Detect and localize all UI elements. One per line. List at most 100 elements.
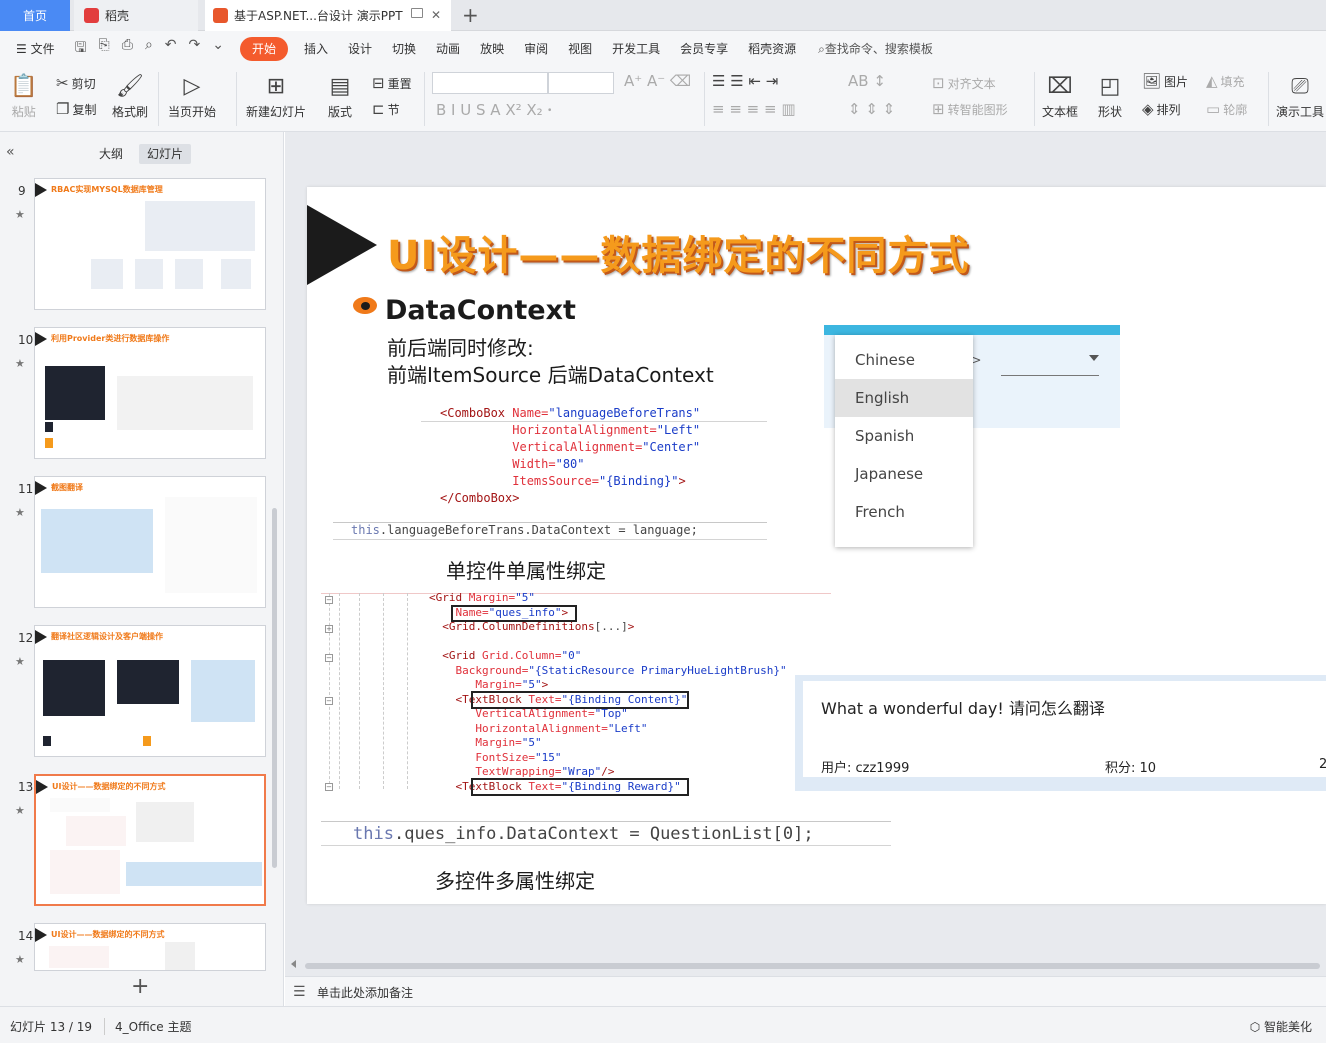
fill-button[interactable]: ◭ 填充 <box>1206 72 1245 90</box>
reset-button[interactable]: ⊟ 重置 <box>372 74 412 92</box>
menu-item[interactable]: 动画 <box>426 37 470 61</box>
cut-button[interactable]: ✂ 剪切 <box>56 74 96 92</box>
new-slide-label: 新建幻灯片 <box>246 105 307 119</box>
menu-item[interactable]: 放映 <box>470 37 514 61</box>
redo-icon[interactable]: ↷ <box>189 37 201 61</box>
menu-item[interactable]: 稻壳资源 <box>738 37 806 61</box>
body-line-2[interactable]: 前端ItemSource 后端DataContext <box>387 359 714 388</box>
code-indent-guide <box>359 593 360 789</box>
fold-toggle-icon[interactable]: + <box>325 625 333 633</box>
slide-thumbnail[interactable]: 截图翻译 <box>34 476 266 608</box>
tab-home[interactable]: 首页 <box>0 0 70 31</box>
caption-multi-binding[interactable]: 多控件多属性绑定 <box>435 865 595 894</box>
menu-item[interactable]: 视图 <box>558 37 602 61</box>
format-painter-button[interactable]: 🖌 格式刷 <box>112 74 148 120</box>
slide-title[interactable]: UI设计——数据绑定的不同方式 <box>387 223 969 281</box>
outline-button[interactable]: ▭ 轮廓 <box>1206 100 1247 118</box>
copy-button[interactable]: ❐ 复制 <box>56 100 96 118</box>
menu-item[interactable]: 审阅 <box>514 37 558 61</box>
paste-button[interactable]: 📋 粘贴 <box>10 74 37 120</box>
code-assign-1[interactable]: this.languageBeforeTrans.DataContext = l… <box>351 522 698 539</box>
slide-thumbnail-selected[interactable]: UI设计——数据绑定的不同方式 <box>34 774 266 906</box>
scroll-thumb[interactable] <box>305 963 1320 969</box>
menu-item[interactable]: 会员专享 <box>670 37 738 61</box>
play-icon: ▷ <box>183 74 201 99</box>
tab-daoke[interactable]: 稻壳 <box>74 0 198 31</box>
thumbnail-scrollbar[interactable] <box>272 508 277 868</box>
slide-thumbnail[interactable]: RBAC实现MYSQL数据库管理 <box>34 178 266 310</box>
menu-item[interactable]: 开始 <box>239 36 288 61</box>
export-icon[interactable]: ⎘ <box>99 37 110 61</box>
slide-thumbnail[interactable]: 利用Provider类进行数据库操作 <box>34 327 266 459</box>
slide-thumbnail[interactable]: 翻译社区逻辑设计及客户端操作 <box>34 625 266 757</box>
picture-button[interactable]: 🖼 图片 <box>1142 72 1188 90</box>
ribbon-divider <box>1034 72 1035 126</box>
notes-pane[interactable]: ☰ 单击此处添加备注 <box>285 976 1326 1006</box>
notes-placeholder[interactable]: 单击此处添加备注 <box>317 984 413 1001</box>
wps-presentation-window: 首页 稻壳 基于ASP.NET...台设计 演示PPT ✕ + ☰ 文件 🖫 ⎘… <box>0 0 1326 1043</box>
section-button[interactable]: ⊏ 节 <box>372 100 400 118</box>
slide-13[interactable]: UI设计——数据绑定的不同方式 DataContext 前后端同时修改: 前端I… <box>307 187 1326 904</box>
slide-number: 10 <box>18 333 34 347</box>
font-family-select[interactable] <box>432 72 548 94</box>
fold-toggle-icon[interactable]: − <box>325 654 333 662</box>
thumbnail-diagram <box>91 259 123 289</box>
shape-button[interactable]: ◰ 形状 <box>1098 74 1122 120</box>
tab-slides[interactable]: 幻灯片 <box>139 144 192 164</box>
add-slide-icon[interactable]: + <box>131 974 149 999</box>
align-text-button[interactable]: ⊡ 对齐文本 <box>932 74 996 92</box>
monitor-icon[interactable] <box>411 8 423 18</box>
fold-toggle-icon[interactable]: − <box>325 697 333 705</box>
smart-shape-icon: ⊞ <box>932 100 945 118</box>
tab-document[interactable]: 基于ASP.NET...台设计 演示PPT ✕ <box>205 0 451 31</box>
text-box-button[interactable]: ⌧ 文本框 <box>1042 74 1078 120</box>
smart-shape-button[interactable]: ⊞ 转智能图形 <box>932 100 1008 118</box>
presentation-tools-button[interactable]: ⎚ 演示工具 <box>1276 74 1324 120</box>
caption-single-binding[interactable]: 单控件单属性绑定 <box>446 555 606 584</box>
combobox-code-block[interactable]: <ComboBox Name="languageBeforeTrans" Hor… <box>440 405 700 507</box>
smart-beautify-button[interactable]: ⬡ 智能美化 <box>1250 1018 1312 1035</box>
save-icon[interactable]: 🖫 <box>75 37 87 61</box>
theme-name[interactable]: 4_Office 主题 <box>104 1018 191 1035</box>
combobox-option: Spanish <box>855 427 915 445</box>
tab-home-label: 首页 <box>22 9 47 23</box>
fold-toggle-icon[interactable]: − <box>325 596 333 604</box>
tab-outline[interactable]: 大纲 <box>99 144 123 164</box>
new-slide-button[interactable]: ⊞ 新建幻灯片 <box>246 74 306 120</box>
more-icon[interactable]: ⌄ <box>212 37 224 61</box>
new-tab-icon[interactable]: + <box>462 3 479 27</box>
font-grow-button[interactable]: A⁺ A⁻ ⌫ <box>624 72 694 90</box>
fold-toggle-icon[interactable]: − <box>325 783 333 791</box>
paragraph-align-buttons: ≡ ≡ ≡ ≡ ▥ <box>712 100 799 118</box>
menu-item[interactable]: 设计 <box>338 37 382 61</box>
preview-icon[interactable]: ⌕ <box>145 37 153 61</box>
picture-label: 图片 <box>1164 74 1189 89</box>
thumbnail-title: 截图翻译 <box>51 483 83 492</box>
code-assign-1-text: languageBeforeTrans.DataContext = langua… <box>387 523 698 537</box>
scroll-left-icon[interactable] <box>291 960 296 968</box>
horizontal-scrollbar[interactable] <box>285 956 1326 976</box>
font-size-select[interactable] <box>548 72 614 94</box>
menu-item[interactable]: 插入 <box>294 37 338 61</box>
arrange-button[interactable]: ◈ 排列 <box>1142 100 1181 118</box>
text-style-icons: B I U S A X² X₂ ꞏ <box>436 101 553 119</box>
close-tab-icon[interactable]: ✕ <box>431 8 441 22</box>
menu-file[interactable]: ☰ 文件 <box>0 37 65 61</box>
collapse-panel-icon[interactable]: « <box>6 144 15 160</box>
thumbnail-title: 利用Provider类进行数据库操作 <box>51 334 170 343</box>
body-line-1[interactable]: 前后端同时修改: <box>387 332 534 361</box>
from-current-slide-button[interactable]: ▷ 当页开始 <box>168 74 216 120</box>
thumbnail-table <box>117 376 253 430</box>
combobox-header-bar <box>824 325 1120 335</box>
highlight-box-name <box>451 605 577 622</box>
thumbnail-triangle <box>35 332 47 346</box>
layout-button[interactable]: ▤ 版式 <box>328 74 352 120</box>
command-search[interactable]: ⌕查找命令、搜索模板 <box>806 37 943 61</box>
print-icon[interactable]: ⎙ <box>122 37 133 61</box>
bullet-heading[interactable]: DataContext <box>385 295 576 326</box>
menu-item[interactable]: 开发工具 <box>602 37 670 61</box>
code-assign-2[interactable]: this.ques_info.DataContext = QuestionLis… <box>353 823 814 845</box>
undo-icon[interactable]: ↶ <box>165 37 177 61</box>
menu-item[interactable]: 切换 <box>382 37 426 61</box>
slide-thumbnail[interactable]: UI设计——数据绑定的不同方式 <box>34 923 266 971</box>
